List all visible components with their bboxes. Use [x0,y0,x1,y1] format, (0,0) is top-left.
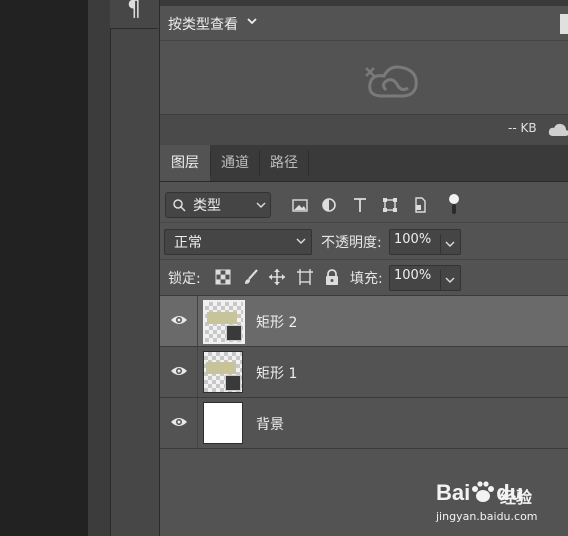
tab-separator [308,150,309,176]
image-filter-icon[interactable] [291,196,309,214]
eye-icon[interactable] [170,415,188,429]
divider [197,398,198,448]
opacity-dropdown-button[interactable] [440,234,459,254]
shape-preview [207,312,237,324]
opacity-value[interactable]: 100% [394,232,431,247]
eye-icon[interactable] [170,313,188,327]
libraries-footer [160,114,568,145]
paragraph-panel-button[interactable]: ¶ [110,0,158,29]
layer-thumbnail[interactable] [203,402,243,444]
fill-dropdown-button[interactable] [440,270,459,290]
grid-view-icon[interactable] [560,14,568,34]
layer-thumbnail[interactable] [203,351,243,393]
layer-name[interactable]: 矩形 1 [256,363,297,383]
watermark-brand: 经验 [500,488,533,507]
smart-object-filter-icon[interactable] [411,196,429,214]
panel-gutter [88,0,110,536]
lock-transparent-pixels-icon[interactable] [214,268,232,286]
divider [160,222,568,223]
divider [197,296,198,346]
layer-name[interactable]: 背景 [256,414,284,434]
layer-thumbnail[interactable] [203,300,245,344]
workspace-background [0,0,88,536]
adjustment-filter-icon[interactable] [320,196,338,214]
chevron-down-icon[interactable] [246,15,258,30]
layer-row[interactable]: 背景 [160,398,568,449]
tab-channels[interactable]: 通道 [211,145,259,181]
lock-image-pixels-icon[interactable] [242,268,260,286]
lock-all-icon[interactable] [323,268,341,286]
chevron-down-icon [445,277,455,283]
opacity-label: 不透明度: [321,235,382,251]
divider [197,347,198,397]
shape-preview [206,362,236,374]
shape-filter-icon[interactable] [381,196,399,214]
filter-toggle-icon[interactable] [447,192,461,216]
creative-cloud-disconnected-icon [365,65,418,98]
fill-label: 填充: [350,271,383,287]
pilcrow-icon: ¶ [127,0,141,22]
lock-artboard-icon[interactable] [296,268,314,286]
paw-icon [472,481,495,502]
filter-kind-label: 类型 [193,198,221,214]
divider [160,259,568,260]
layer-row[interactable]: 矩形 1 [160,347,568,398]
chevron-down-icon [296,238,306,244]
shape-layer-icon [225,375,241,391]
cloud-sync-icon[interactable] [548,122,568,138]
fill-value[interactable]: 100% [394,268,431,283]
chevron-down-icon [256,202,266,208]
divider [160,40,568,41]
collapsed-panel-strip [110,0,160,536]
watermark-url: jingyan.baidu.com [436,510,538,523]
tab-layers[interactable]: 图层 [160,145,210,181]
layer-name[interactable]: 矩形 2 [256,312,297,332]
library-view-select[interactable]: 按类型查看 [168,14,238,34]
shape-layer-icon [226,325,242,341]
chevron-down-icon [445,241,455,247]
lock-position-icon[interactable] [268,268,286,286]
layer-row[interactable]: 矩形 2 [160,296,568,347]
tab-paths[interactable]: 路径 [260,145,308,181]
blend-mode-value: 正常 [174,235,202,251]
lock-label: 锁定: [168,271,201,287]
search-icon [173,199,186,212]
library-size: -- KB [508,121,537,135]
type-filter-icon[interactable] [351,196,369,214]
libraries-top-bar [160,0,568,6]
eye-icon[interactable] [170,364,188,378]
